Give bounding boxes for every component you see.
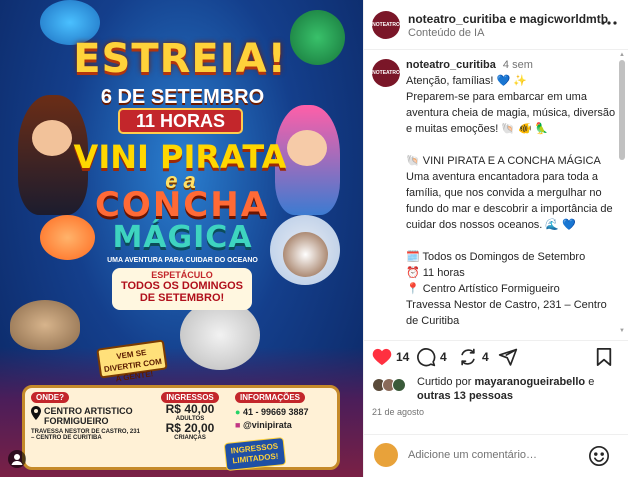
caption-body: noteatro_curitiba 4 sem Atenção, família…	[406, 57, 616, 329]
repost-icon	[458, 347, 478, 367]
caption-line: 🐚 VINI PIRATA E A CONCHA MÁGICA	[406, 155, 601, 167]
poster-date: 6 DE SETEMBRO	[100, 86, 265, 108]
save-button[interactable]	[595, 347, 613, 367]
comment-button[interactable]: 4	[416, 347, 447, 367]
stingray-illustration	[10, 300, 80, 350]
ai-content-label[interactable]: Conteúdo de IA	[408, 27, 484, 39]
scroll-up-icon[interactable]: ▲	[618, 52, 626, 58]
current-user-avatar[interactable]	[374, 443, 398, 467]
caption-username[interactable]: noteatro_curitiba	[406, 59, 496, 71]
caption-line: 📍 Centro Artístico Formigueiro	[406, 283, 560, 295]
emoji-icon[interactable]	[588, 445, 610, 472]
poster-info-column: INFORMAÇÕES ● 41 - 99669 3887 ■ @vinipir…	[235, 392, 340, 430]
scroll-down-icon[interactable]: ▼	[618, 328, 626, 334]
caption-line: Travessa Nestor de Castro, 231 – Centro …	[406, 299, 607, 327]
poster-child-price: R$ 20,00	[165, 421, 215, 435]
liked-by-middle: e	[588, 376, 595, 388]
poster-where-tag: ONDE?	[31, 392, 69, 403]
poster-title-line3: MÁGICA	[112, 220, 253, 255]
liked-by-others[interactable]: outras 13 pessoas	[417, 390, 513, 402]
liker-avatar[interactable]	[392, 378, 406, 392]
post-date[interactable]: 21 de agosto	[372, 407, 424, 417]
poster-phone: 41 - 99669 3887	[242, 407, 309, 417]
caption-time[interactable]: 4 sem	[503, 59, 533, 71]
poster-venue-address: TRAVESSA NESTOR DE CASTRO, 231 – CENTRO …	[31, 429, 140, 441]
liked-by-text: Curtido por mayaranogueirabello e outras…	[417, 375, 617, 403]
post-caption: NOTEATRO noteatro_curitiba 4 sem Atenção…	[364, 50, 628, 340]
instagram-icon: ■	[235, 420, 241, 430]
liked-by-user[interactable]: mayaranogueirabello	[474, 376, 585, 388]
like-button[interactable]: 14	[372, 347, 409, 367]
caption-line: ⏰ 11 horas	[406, 267, 465, 279]
account-names[interactable]: noteatro_curitiba e magicworldmtb	[408, 12, 608, 26]
like-count: 14	[396, 350, 410, 364]
heart-icon	[372, 348, 392, 366]
post-header: NOTEATRO noteatro_curitiba e magicworldm…	[364, 0, 628, 50]
caption-avatar[interactable]: NOTEATRO	[372, 59, 400, 87]
caption-line: Atenção, famílias! 💙 ✨	[406, 75, 527, 87]
comment-input[interactable]: Adicione um comentário…	[408, 449, 537, 461]
parrot-illustration	[290, 10, 345, 65]
poster-instagram: @vinipirata	[242, 420, 292, 430]
seal-illustration	[180, 300, 260, 370]
poster-adult-price: R$ 40,00	[165, 402, 215, 416]
poster-tickets-column: INGRESSOS R$ 40,00 ADULTOS R$ 20,00 CRIA…	[150, 392, 230, 441]
caption-line: Uma aventura encantadora para toda a fam…	[406, 171, 613, 231]
caption-scrollbar[interactable]: ▲ ▼	[618, 52, 626, 337]
comment-bar: Adicione um comentário…	[364, 434, 628, 477]
location-pin-icon	[31, 406, 41, 426]
poster-venue-name: CENTRO ARTISTICO FORMIGUEIRO	[44, 406, 133, 426]
action-bar: 14 4 4	[364, 340, 628, 372]
more-horizontal-icon[interactable]	[600, 14, 618, 37]
poster-show-label: ESPETÁCULO	[151, 270, 213, 280]
poster-title-line2: CONCHA	[94, 185, 270, 225]
bookmark-icon	[595, 347, 613, 367]
liked-by-row: Curtido por mayaranogueirabello e outras…	[372, 375, 622, 405]
poster-show-box: ESPETÁCULO TODOS OS DOMINGOS DE SETEMBRO…	[112, 268, 252, 310]
comment-bubble-icon	[416, 347, 436, 367]
tagged-user-icon[interactable]	[8, 450, 26, 468]
liked-by-prefix: Curtido por	[417, 376, 472, 388]
whatsapp-icon: ●	[235, 407, 241, 417]
poster-subtitle: UMA AVENTURA PARA CUIDAR DO OCEANO	[107, 257, 258, 264]
caption-line: 🗓️ Todos os Domingos de Setembro	[406, 251, 586, 263]
caption-line: Preparem-se para embarcar em uma aventur…	[406, 91, 616, 135]
poster-show-text: TODOS OS DOMINGOS DE SETEMBRO!	[120, 280, 244, 304]
account-avatar[interactable]: NOTEATRO	[372, 11, 400, 39]
poster-child-label: CRIANÇAS	[174, 435, 206, 441]
poster-headline: ESTREIA!	[73, 36, 287, 82]
send-icon	[498, 347, 518, 367]
comment-count: 4	[440, 350, 447, 364]
poster-where-column: ONDE? CENTRO ARTISTICO FORMIGUEIRO TRAVE…	[31, 392, 143, 441]
post-details-pane: NOTEATRO noteatro_curitiba e magicworldm…	[363, 0, 628, 477]
repost-count: 4	[482, 350, 489, 364]
share-button[interactable]	[498, 347, 518, 367]
post-image[interactable]: ESTREIA! 6 DE SETEMBRO 11 HORAS VINI PIR…	[0, 0, 363, 477]
poster-info-tag: INFORMAÇÕES	[235, 392, 305, 403]
poster-info-box: ONDE? CENTRO ARTISTICO FORMIGUEIRO TRAVE…	[22, 385, 340, 470]
scrollbar-thumb[interactable]	[619, 60, 625, 160]
repost-button[interactable]: 4	[458, 347, 489, 367]
poster-time: 11 HORAS	[118, 108, 243, 134]
